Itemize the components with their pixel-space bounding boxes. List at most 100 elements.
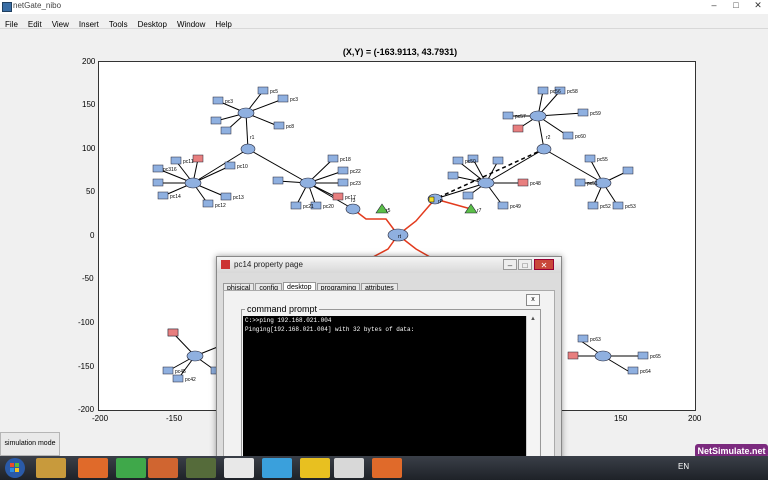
property-titlebar[interactable]: pc14 property page – □ ✕ <box>217 257 561 273</box>
player-icon[interactable] <box>300 458 330 478</box>
menu-window[interactable]: Window <box>172 18 210 29</box>
prop-minimize-button[interactable]: – <box>503 259 517 270</box>
prop-close-button[interactable]: ✕ <box>534 259 554 270</box>
y-tick: 200 <box>82 57 96 66</box>
node-label: pc22 <box>350 169 361 175</box>
node-label: pc18 <box>340 157 351 163</box>
console-line: Pinging[192.168.021.004] with 32 bytes o… <box>245 326 415 333</box>
node-label: pc64 <box>640 369 651 375</box>
node-label: pc58 <box>567 89 578 95</box>
node-label: pc48 <box>530 181 541 187</box>
desktop-panel: x command prompt C:>>ping 192.168.021.00… <box>223 290 555 464</box>
active-links <box>352 198 472 258</box>
app-icon <box>2 2 12 12</box>
close-prompt-button[interactable]: x <box>526 294 540 306</box>
simulation-mode-button[interactable]: simulation mode <box>0 432 60 456</box>
plot-title: (X,Y) = (-163.9113, 43.7931) <box>342 47 458 57</box>
router-label: r1 <box>250 135 255 141</box>
file-explorer-icon[interactable] <box>36 458 66 478</box>
menu-desktop[interactable]: Desktop <box>133 18 172 29</box>
taskbar: EN <box>0 456 768 480</box>
node-label: pc42 <box>185 377 196 383</box>
node-label: pc20 <box>323 204 334 210</box>
scroll-up-icon[interactable]: ▲ <box>527 316 539 322</box>
node-label: pc63 <box>590 337 601 343</box>
node-label: pc56 <box>550 89 561 95</box>
y-tick: 150 <box>82 100 96 109</box>
menu-insert[interactable]: Insert <box>74 18 104 29</box>
app-c-icon[interactable] <box>372 458 402 478</box>
node-label: pc11 <box>183 159 194 165</box>
property-tabs: phisical config desktop programing attribute… <box>223 277 399 293</box>
node-label: pc3 <box>225 99 233 105</box>
routers[interactable] <box>240 143 552 242</box>
node-label: pc53 <box>625 204 636 210</box>
property-window-title: pc14 property page <box>234 260 303 269</box>
node-label: pc45 <box>175 369 186 375</box>
menu-edit[interactable]: Edit <box>23 18 47 29</box>
y-tick: -50 <box>82 274 94 283</box>
menu-file[interactable]: File <box>0 18 23 29</box>
app-p-icon[interactable] <box>224 458 254 478</box>
menu-bar: File Edit View Insert Tools Desktop Window Help <box>0 14 768 29</box>
node-label: pc14 <box>170 194 181 200</box>
x-tick: 200 <box>688 414 702 423</box>
app-titlebar: netGate_nibo – □ ✕ <box>0 0 768 14</box>
matlab-icon[interactable] <box>148 458 178 478</box>
node-label: pc49 <box>510 204 521 210</box>
y-tick: 50 <box>86 187 95 196</box>
node-label: pc316 <box>163 167 177 173</box>
chrome-icon[interactable] <box>334 458 364 478</box>
matlab-window-icon <box>221 260 230 269</box>
node-label: pc3 <box>290 97 298 103</box>
node-label: pc23 <box>350 181 361 187</box>
x-tick: -200 <box>92 414 109 423</box>
router-label: r7 <box>477 208 482 214</box>
prop-maximize-button[interactable]: □ <box>518 259 532 270</box>
node-label: pc21 <box>303 204 314 210</box>
node-label: pc55 <box>597 157 608 163</box>
minimize-button[interactable]: – <box>704 0 724 10</box>
app-g-icon[interactable] <box>78 458 108 478</box>
menu-tools[interactable]: Tools <box>104 18 133 29</box>
telegram-icon[interactable] <box>262 458 292 478</box>
command-prompt-console[interactable]: C:>>ping 192.168.021.004 Pinging[192.168… <box>243 316 526 462</box>
menu-view[interactable]: View <box>47 18 74 29</box>
router-label: r2 <box>546 135 551 141</box>
y-tick: -100 <box>78 318 95 327</box>
command-prompt-label: command prompt <box>245 304 320 314</box>
console-line: C:>>ping 192.168.021.004 <box>245 317 332 324</box>
node-label: pc5 <box>270 89 278 95</box>
command-prompt-group: command prompt C:>>ping 192.168.021.004 … <box>241 304 541 464</box>
node-label: pc10 <box>237 164 248 170</box>
x-tick: 150 <box>614 414 628 423</box>
windows-start-icon[interactable] <box>2 456 28 480</box>
y-tick: -150 <box>78 362 95 371</box>
router-label: rP <box>438 199 444 205</box>
node-label: pc50 <box>465 159 476 165</box>
language-indicator[interactable]: EN <box>678 462 689 471</box>
maximize-button[interactable]: □ <box>726 0 746 10</box>
tool-icon[interactable] <box>186 458 216 478</box>
node-label: pc57 <box>515 114 526 120</box>
menu-help[interactable]: Help <box>210 18 236 29</box>
x-tick: -150 <box>166 414 183 423</box>
close-button[interactable]: ✕ <box>748 0 768 11</box>
network-link <box>434 182 487 200</box>
y-tick: -200 <box>78 405 95 414</box>
node-label: pc8 <box>286 124 294 130</box>
router-label: r5 <box>386 208 391 214</box>
node-label: pc51 <box>587 181 598 187</box>
y-tick: 0 <box>90 231 95 240</box>
node-label: pc60 <box>575 134 586 140</box>
window-title: netGate_nibo <box>13 1 62 10</box>
node-label: pc13 <box>233 195 244 201</box>
router-label: r3 <box>351 198 356 204</box>
node-label: pc59 <box>590 111 601 117</box>
camtasia-icon[interactable] <box>116 458 146 478</box>
property-page-window[interactable]: pc14 property page – □ ✕ phisical config d… <box>216 256 562 464</box>
console-scrollbar[interactable]: ▲ <box>526 316 539 462</box>
selection-marker <box>428 196 435 203</box>
node-label: pc65 <box>650 354 661 360</box>
node-label: pc12 <box>215 203 226 209</box>
